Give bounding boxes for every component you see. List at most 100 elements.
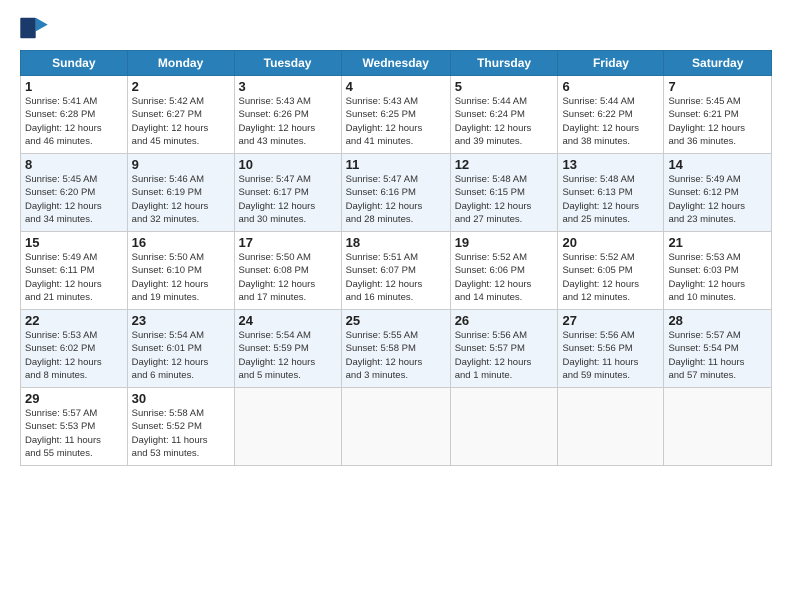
- calendar-cell: 5Sunrise: 5:44 AM Sunset: 6:24 PM Daylig…: [450, 76, 558, 154]
- calendar-cell: 13Sunrise: 5:48 AM Sunset: 6:13 PM Dayli…: [558, 154, 664, 232]
- day-number: 15: [25, 235, 123, 250]
- calendar-cell: 25Sunrise: 5:55 AM Sunset: 5:58 PM Dayli…: [341, 310, 450, 388]
- day-number: 6: [562, 79, 659, 94]
- calendar-cell: 14Sunrise: 5:49 AM Sunset: 6:12 PM Dayli…: [664, 154, 772, 232]
- day-number: 24: [239, 313, 337, 328]
- calendar-cell: 23Sunrise: 5:54 AM Sunset: 6:01 PM Dayli…: [127, 310, 234, 388]
- day-number: 16: [132, 235, 230, 250]
- calendar-cell: 29Sunrise: 5:57 AM Sunset: 5:53 PM Dayli…: [21, 388, 128, 466]
- day-info: Sunrise: 5:48 AM Sunset: 6:13 PM Dayligh…: [562, 173, 659, 226]
- calendar-week-row: 22Sunrise: 5:53 AM Sunset: 6:02 PM Dayli…: [21, 310, 772, 388]
- day-number: 4: [346, 79, 446, 94]
- day-number: 23: [132, 313, 230, 328]
- calendar-cell: 12Sunrise: 5:48 AM Sunset: 6:15 PM Dayli…: [450, 154, 558, 232]
- day-number: 8: [25, 157, 123, 172]
- calendar-cell: [450, 388, 558, 466]
- day-info: Sunrise: 5:52 AM Sunset: 6:06 PM Dayligh…: [455, 251, 554, 304]
- day-info: Sunrise: 5:52 AM Sunset: 6:05 PM Dayligh…: [562, 251, 659, 304]
- day-info: Sunrise: 5:49 AM Sunset: 6:11 PM Dayligh…: [25, 251, 123, 304]
- calendar-cell: 22Sunrise: 5:53 AM Sunset: 6:02 PM Dayli…: [21, 310, 128, 388]
- logo: [20, 16, 52, 40]
- day-info: Sunrise: 5:41 AM Sunset: 6:28 PM Dayligh…: [25, 95, 123, 148]
- logo-icon: [20, 16, 48, 40]
- calendar-week-row: 29Sunrise: 5:57 AM Sunset: 5:53 PM Dayli…: [21, 388, 772, 466]
- day-number: 3: [239, 79, 337, 94]
- day-number: 2: [132, 79, 230, 94]
- day-info: Sunrise: 5:45 AM Sunset: 6:21 PM Dayligh…: [668, 95, 767, 148]
- weekday-header-wednesday: Wednesday: [341, 51, 450, 76]
- calendar-cell: [664, 388, 772, 466]
- calendar-cell: 6Sunrise: 5:44 AM Sunset: 6:22 PM Daylig…: [558, 76, 664, 154]
- calendar-cell: [234, 388, 341, 466]
- day-number: 12: [455, 157, 554, 172]
- day-info: Sunrise: 5:44 AM Sunset: 6:24 PM Dayligh…: [455, 95, 554, 148]
- day-info: Sunrise: 5:56 AM Sunset: 5:56 PM Dayligh…: [562, 329, 659, 382]
- day-info: Sunrise: 5:53 AM Sunset: 6:03 PM Dayligh…: [668, 251, 767, 304]
- day-info: Sunrise: 5:42 AM Sunset: 6:27 PM Dayligh…: [132, 95, 230, 148]
- calendar-cell: 1Sunrise: 5:41 AM Sunset: 6:28 PM Daylig…: [21, 76, 128, 154]
- day-info: Sunrise: 5:51 AM Sunset: 6:07 PM Dayligh…: [346, 251, 446, 304]
- calendar-cell: 17Sunrise: 5:50 AM Sunset: 6:08 PM Dayli…: [234, 232, 341, 310]
- day-info: Sunrise: 5:43 AM Sunset: 6:25 PM Dayligh…: [346, 95, 446, 148]
- day-number: 21: [668, 235, 767, 250]
- day-info: Sunrise: 5:47 AM Sunset: 6:16 PM Dayligh…: [346, 173, 446, 226]
- calendar-cell: 27Sunrise: 5:56 AM Sunset: 5:56 PM Dayli…: [558, 310, 664, 388]
- day-info: Sunrise: 5:54 AM Sunset: 6:01 PM Dayligh…: [132, 329, 230, 382]
- day-number: 22: [25, 313, 123, 328]
- calendar-week-row: 1Sunrise: 5:41 AM Sunset: 6:28 PM Daylig…: [21, 76, 772, 154]
- day-number: 25: [346, 313, 446, 328]
- day-info: Sunrise: 5:46 AM Sunset: 6:19 PM Dayligh…: [132, 173, 230, 226]
- day-info: Sunrise: 5:56 AM Sunset: 5:57 PM Dayligh…: [455, 329, 554, 382]
- calendar-cell: 16Sunrise: 5:50 AM Sunset: 6:10 PM Dayli…: [127, 232, 234, 310]
- day-number: 27: [562, 313, 659, 328]
- day-number: 14: [668, 157, 767, 172]
- day-info: Sunrise: 5:49 AM Sunset: 6:12 PM Dayligh…: [668, 173, 767, 226]
- day-info: Sunrise: 5:57 AM Sunset: 5:53 PM Dayligh…: [25, 407, 123, 460]
- calendar-cell: 19Sunrise: 5:52 AM Sunset: 6:06 PM Dayli…: [450, 232, 558, 310]
- weekday-header-friday: Friday: [558, 51, 664, 76]
- weekday-header-row: SundayMondayTuesdayWednesdayThursdayFrid…: [21, 51, 772, 76]
- day-number: 10: [239, 157, 337, 172]
- calendar-cell: 15Sunrise: 5:49 AM Sunset: 6:11 PM Dayli…: [21, 232, 128, 310]
- day-info: Sunrise: 5:53 AM Sunset: 6:02 PM Dayligh…: [25, 329, 123, 382]
- day-number: 17: [239, 235, 337, 250]
- day-info: Sunrise: 5:57 AM Sunset: 5:54 PM Dayligh…: [668, 329, 767, 382]
- calendar-cell: 4Sunrise: 5:43 AM Sunset: 6:25 PM Daylig…: [341, 76, 450, 154]
- weekday-header-tuesday: Tuesday: [234, 51, 341, 76]
- day-info: Sunrise: 5:58 AM Sunset: 5:52 PM Dayligh…: [132, 407, 230, 460]
- weekday-header-saturday: Saturday: [664, 51, 772, 76]
- calendar: SundayMondayTuesdayWednesdayThursdayFrid…: [20, 50, 772, 466]
- page: SundayMondayTuesdayWednesdayThursdayFrid…: [0, 0, 792, 612]
- day-number: 11: [346, 157, 446, 172]
- day-number: 28: [668, 313, 767, 328]
- calendar-cell: 10Sunrise: 5:47 AM Sunset: 6:17 PM Dayli…: [234, 154, 341, 232]
- calendar-cell: [341, 388, 450, 466]
- calendar-cell: 24Sunrise: 5:54 AM Sunset: 5:59 PM Dayli…: [234, 310, 341, 388]
- day-number: 19: [455, 235, 554, 250]
- calendar-cell: 9Sunrise: 5:46 AM Sunset: 6:19 PM Daylig…: [127, 154, 234, 232]
- weekday-header-sunday: Sunday: [21, 51, 128, 76]
- calendar-week-row: 8Sunrise: 5:45 AM Sunset: 6:20 PM Daylig…: [21, 154, 772, 232]
- day-number: 29: [25, 391, 123, 406]
- day-number: 9: [132, 157, 230, 172]
- day-info: Sunrise: 5:45 AM Sunset: 6:20 PM Dayligh…: [25, 173, 123, 226]
- calendar-cell: 2Sunrise: 5:42 AM Sunset: 6:27 PM Daylig…: [127, 76, 234, 154]
- day-number: 20: [562, 235, 659, 250]
- day-info: Sunrise: 5:43 AM Sunset: 6:26 PM Dayligh…: [239, 95, 337, 148]
- day-number: 1: [25, 79, 123, 94]
- calendar-cell: 30Sunrise: 5:58 AM Sunset: 5:52 PM Dayli…: [127, 388, 234, 466]
- calendar-cell: 7Sunrise: 5:45 AM Sunset: 6:21 PM Daylig…: [664, 76, 772, 154]
- day-number: 7: [668, 79, 767, 94]
- day-info: Sunrise: 5:44 AM Sunset: 6:22 PM Dayligh…: [562, 95, 659, 148]
- day-info: Sunrise: 5:50 AM Sunset: 6:10 PM Dayligh…: [132, 251, 230, 304]
- calendar-cell: [558, 388, 664, 466]
- calendar-cell: 20Sunrise: 5:52 AM Sunset: 6:05 PM Dayli…: [558, 232, 664, 310]
- calendar-cell: 8Sunrise: 5:45 AM Sunset: 6:20 PM Daylig…: [21, 154, 128, 232]
- weekday-header-thursday: Thursday: [450, 51, 558, 76]
- day-info: Sunrise: 5:50 AM Sunset: 6:08 PM Dayligh…: [239, 251, 337, 304]
- calendar-cell: 11Sunrise: 5:47 AM Sunset: 6:16 PM Dayli…: [341, 154, 450, 232]
- calendar-cell: 18Sunrise: 5:51 AM Sunset: 6:07 PM Dayli…: [341, 232, 450, 310]
- day-info: Sunrise: 5:54 AM Sunset: 5:59 PM Dayligh…: [239, 329, 337, 382]
- day-number: 13: [562, 157, 659, 172]
- calendar-week-row: 15Sunrise: 5:49 AM Sunset: 6:11 PM Dayli…: [21, 232, 772, 310]
